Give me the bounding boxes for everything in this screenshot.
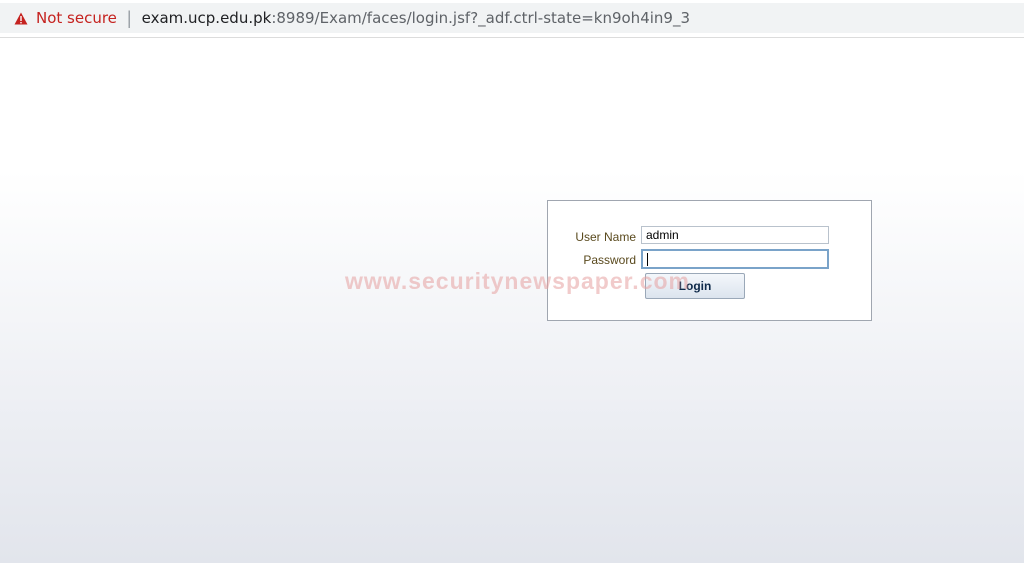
username-label: User Name xyxy=(575,230,636,244)
password-row: Password xyxy=(548,249,871,269)
password-input[interactable] xyxy=(641,249,829,269)
url-host: exam.ucp.edu.pk xyxy=(141,9,272,27)
password-label: Password xyxy=(583,253,636,267)
warning-triangle-icon[interactable] xyxy=(13,10,29,26)
url-path: :8989/Exam/faces/login.jsf?_adf.ctrl-sta… xyxy=(271,9,690,27)
omnibox-separator: | xyxy=(126,7,132,28)
username-row: User Name admin xyxy=(548,226,871,246)
watermark: www.securitynewspaper.com xyxy=(345,268,690,294)
username-input[interactable]: admin xyxy=(641,226,829,244)
url-text[interactable]: exam.ucp.edu.pk:8989/Exam/faces/login.js… xyxy=(142,9,690,27)
browser-address-bar: Not secure | exam.ucp.edu.pk:8989/Exam/f… xyxy=(0,0,1024,38)
omnibox[interactable]: Not secure | exam.ucp.edu.pk:8989/Exam/f… xyxy=(0,3,1024,33)
not-secure-label[interactable]: Not secure xyxy=(36,9,117,27)
text-caret xyxy=(647,253,648,267)
login-panel: User Name admin Password Login xyxy=(547,200,872,321)
